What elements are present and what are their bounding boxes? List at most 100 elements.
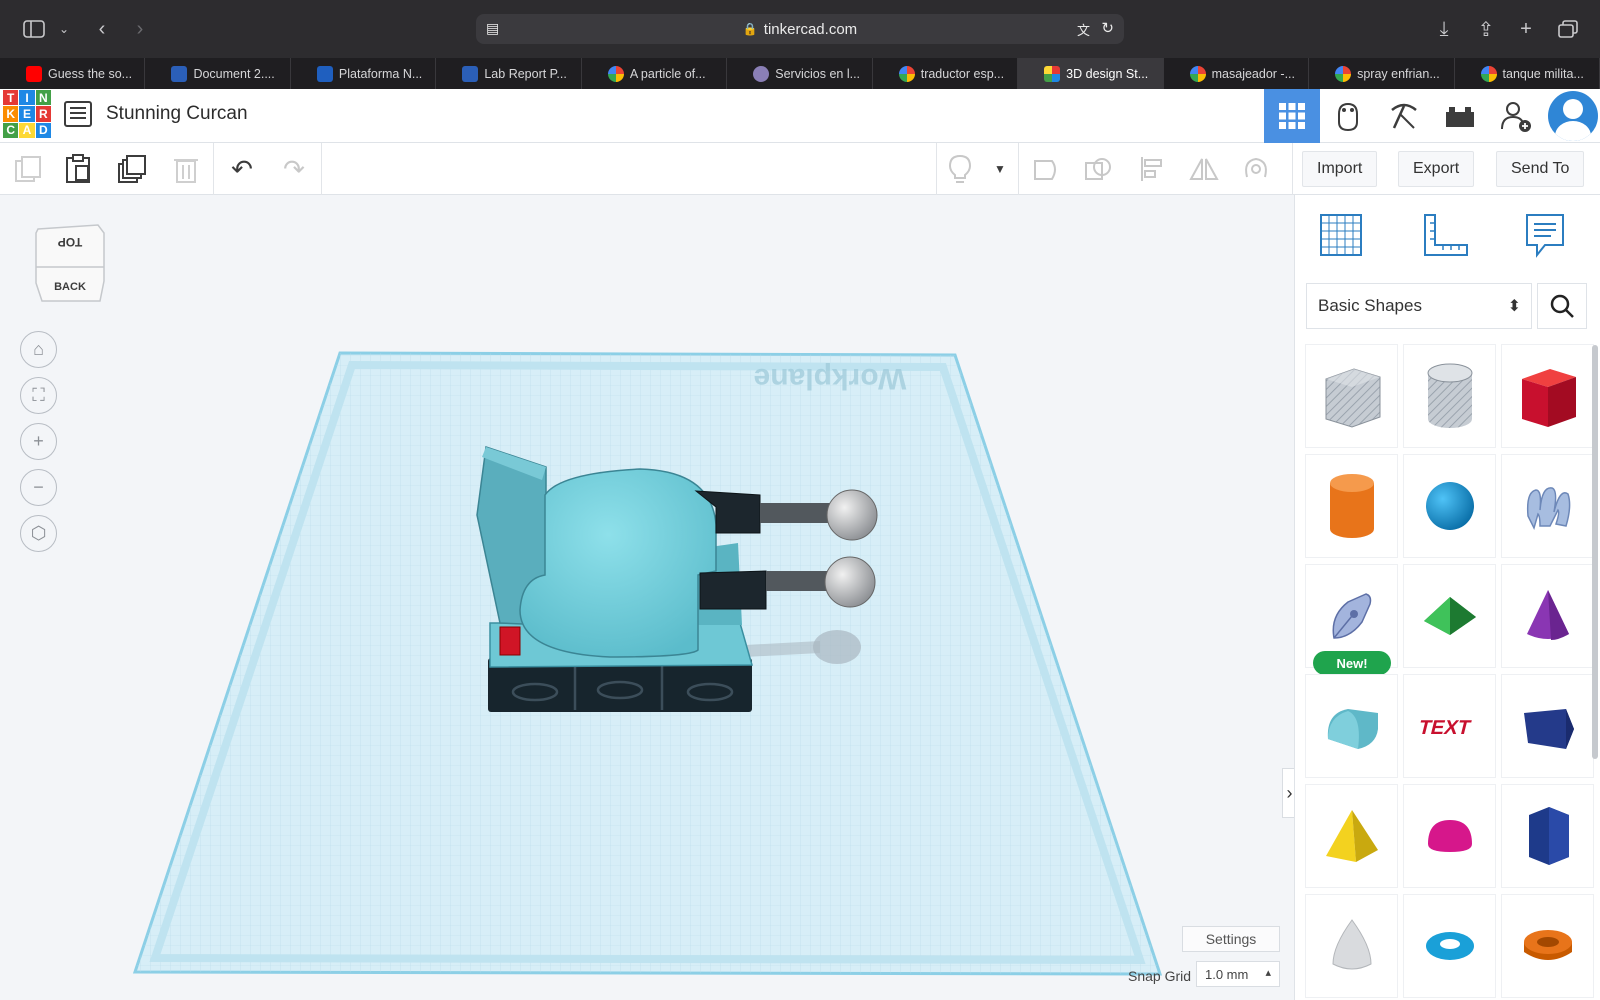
seal-icon [753,65,770,82]
browser-tab[interactable]: Document 2.... [145,58,291,89]
browser-tab-label: tanque milita... [1502,66,1584,81]
browser-tab[interactable]: Plataforma N... [291,58,437,89]
shape-pen-tool[interactable]: New! [1306,565,1397,675]
workplane-icon[interactable] [1317,211,1373,267]
back-icon[interactable]: ‹ [88,15,116,43]
add-user-icon[interactable] [1488,89,1544,143]
duplicate-icon[interactable] [116,153,148,185]
cannon-ball-bottom[interactable] [824,556,876,608]
group-icon[interactable] [1030,153,1062,185]
share-icon[interactable]: ⇪ [1472,15,1500,43]
panel-collapse-icon[interactable]: › [1282,768,1294,818]
tank-light[interactable] [499,626,521,656]
settings-button[interactable]: Settings [1182,926,1280,952]
shape-category-select[interactable]: Basic Shapes [1306,283,1532,329]
shape-sphere[interactable] [1404,455,1495,557]
browser-tab[interactable]: Servicios en l... [727,58,873,89]
undo-icon[interactable]: ↶ [226,153,258,185]
browser-tab-label: Document 2.... [193,66,275,81]
browser-tab[interactable]: traductor esp... [873,58,1019,89]
browser-tab[interactable]: spray enfrian... [1309,58,1455,89]
send-to-button[interactable]: Send To [1496,151,1585,187]
shape-torus[interactable] [1404,895,1495,997]
notes-icon[interactable] [1523,211,1579,267]
shape-paraboloid[interactable] [1306,895,1397,997]
redo-icon[interactable]: ↷ [278,153,310,185]
paste-icon[interactable] [62,153,94,185]
ruler-icon[interactable] [1421,211,1477,267]
search-icon[interactable] [1537,283,1587,329]
ungroup-icon[interactable] [1082,153,1114,185]
tab-overview-icon[interactable] [1554,15,1582,43]
avatar[interactable] [1548,91,1598,141]
translate-icon[interactable]: 文 [1077,20,1090,39]
shape-cylinder-hole[interactable] [1404,345,1495,447]
sidebar-toggle-icon[interactable] [20,15,48,43]
shape-text[interactable]: TEXT [1404,675,1495,777]
shape-cone[interactable] [1502,565,1593,667]
export-button[interactable]: Export [1398,151,1475,187]
shape-box[interactable] [1502,345,1593,447]
logo-letter: A [19,122,35,138]
logo-letter: R [35,106,51,122]
address-bar[interactable]: ▤ 🔒 tinkercad.com 文 ↻ [476,14,1124,44]
panel-scrollbar[interactable] [1592,345,1598,759]
shape-pyramid[interactable] [1306,785,1397,887]
browser-tab-label: 3D design St... [1066,66,1149,81]
shape-polygon[interactable] [1502,785,1593,887]
reader-icon[interactable]: ▤ [486,20,499,37]
shape-wedge[interactable] [1502,675,1593,777]
shape-roof[interactable] [1404,565,1495,667]
download-icon[interactable]: ⤓ [1430,15,1458,43]
shape-half-sphere[interactable] [1404,785,1495,887]
pickaxe-icon[interactable] [1376,89,1432,143]
toolbar-divider [1018,143,1019,195]
copy-icon[interactable] [12,153,44,185]
workplane-scene[interactable]: Workplane [0,195,1294,1000]
new-tab-icon[interactable]: + [1512,15,1540,43]
tank-turret[interactable] [519,468,717,658]
toolbar-divider [213,143,214,195]
fit-view-icon[interactable]: ⛶ [20,377,57,414]
zoom-out-icon[interactable]: − [20,469,57,506]
import-button[interactable]: Import [1302,151,1378,187]
browser-tab[interactable]: 3D design St... [1018,58,1164,89]
chevron-down-icon[interactable]: ⌄ [50,15,78,43]
browser-tab[interactable]: A particle of... [582,58,728,89]
ortho-view-icon[interactable]: ⬡ [20,515,57,552]
snap-grid-select[interactable]: 1.0 mm [1196,961,1280,987]
google-icon [898,65,915,82]
home-view-icon[interactable]: ⌂ [20,331,57,368]
lightbulb-icon[interactable] [944,153,976,185]
view-cube[interactable]: TOP BACK [34,223,106,303]
shape-tube[interactable] [1502,895,1593,997]
mirror-icon[interactable] [1188,153,1220,185]
cannon-ball-top[interactable] [826,489,878,541]
app-header: TINKERCAD Stunning Curcan [0,89,1600,143]
zoom-in-icon[interactable]: + [20,423,57,460]
design-list-button[interactable] [64,101,92,127]
shape-cylinder[interactable] [1306,455,1397,557]
align-icon[interactable] [1136,153,1168,185]
shape-scribble[interactable] [1502,455,1593,557]
reload-icon[interactable]: ↻ [1101,19,1114,37]
browser-tab[interactable]: Lab Report P... [436,58,582,89]
grid-view-icon[interactable] [1264,89,1320,143]
tinkercad-logo[interactable]: TINKERCAD [3,90,51,138]
tinker-hand-icon[interactable] [1320,89,1376,143]
view-cube-top[interactable]: TOP [34,235,106,249]
project-name[interactable]: Stunning Curcan [106,103,248,125]
browser-tab[interactable]: Guess the so... [0,58,146,89]
logo-letter: E [19,106,35,122]
caret-down-icon[interactable]: ▼ [984,153,1016,185]
cruise-magnet-icon[interactable] [1240,153,1272,185]
shape-round-roof[interactable] [1306,675,1397,777]
browser-tab[interactable]: tanque milita... [1455,58,1600,89]
browser-tab[interactable]: masajeador -... [1164,58,1310,89]
bricks-icon[interactable] [1432,89,1488,143]
delete-icon[interactable] [170,153,202,185]
view-cube-back[interactable]: BACK [34,281,106,293]
shape-box-hole[interactable] [1306,345,1397,447]
forward-icon[interactable]: › [126,15,154,43]
workplane-canvas[interactable]: Workplane TOP BACK ⌂ ⛶ + − ⬡ Settings Sn… [0,195,1294,1000]
